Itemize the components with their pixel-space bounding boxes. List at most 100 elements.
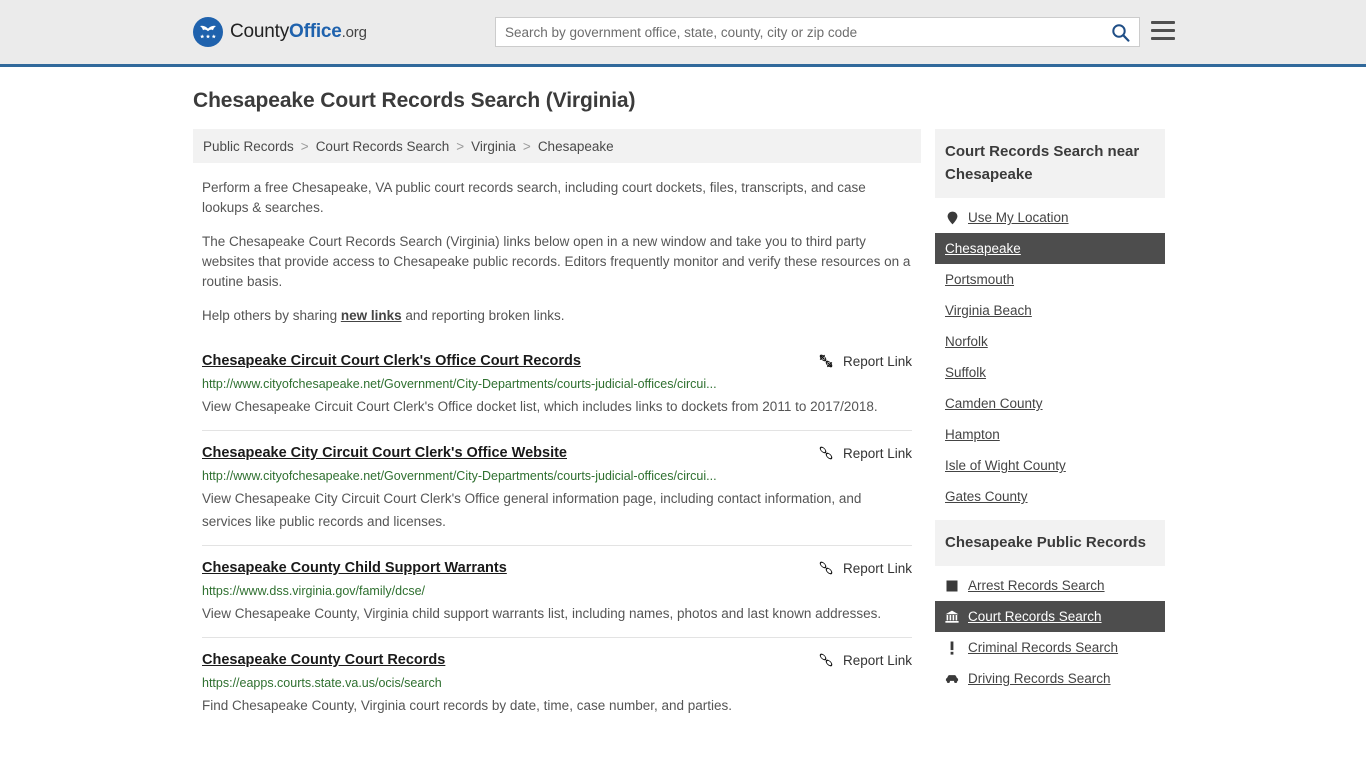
result-url: https://www.dss.virginia.gov/family/dcse…	[202, 584, 425, 598]
breadcrumb-item-virginia[interactable]: Virginia	[471, 139, 516, 154]
sidebar-item-label: Virginia Beach	[945, 303, 1032, 318]
square-icon	[945, 580, 959, 592]
sidebar-nearby-heading: Court Records Search near Chesapeake	[935, 129, 1165, 198]
content-columns: Public Records > Court Records Search > …	[193, 129, 1173, 729]
sidebar-nearby-list: Use My Location Chesapeake Portsmouth Vi…	[935, 202, 1165, 512]
result-url: http://www.cityofchesapeake.net/Governme…	[202, 377, 717, 391]
new-links-link[interactable]: new links	[341, 308, 402, 323]
report-link-label: Report Link	[842, 445, 912, 461]
search-bar	[495, 17, 1140, 47]
result-title-link[interactable]: Chesapeake County Child Support Warrants	[202, 559, 507, 577]
page-title: Chesapeake Court Records Search (Virgini…	[193, 89, 636, 112]
sidebar-item-virginia-beach[interactable]: Virginia Beach	[935, 295, 1165, 326]
courthouse-icon	[945, 610, 959, 623]
site-logo-text: CountyOffice.org	[230, 21, 367, 43]
sidebar-item-label: Gates County	[945, 489, 1028, 504]
intro-p3-before: Help others by sharing	[202, 308, 341, 323]
intro-text: Perform a free Chesapeake, VA public cou…	[193, 178, 921, 326]
intro-paragraph-2: The Chesapeake Court Records Search (Vir…	[202, 234, 911, 289]
search-icon	[1111, 23, 1129, 42]
page-container: Chesapeake Court Records Search (Virgini…	[0, 67, 1366, 729]
map-pin-icon	[945, 211, 959, 225]
sidebar: Court Records Search near Chesapeake Use…	[935, 129, 1165, 702]
result-header: Chesapeake City Circuit Court Clerk's Of…	[202, 444, 912, 462]
result-header: Chesapeake County Child Support Warrants…	[202, 559, 912, 577]
result-item: Chesapeake Circuit Court Clerk's Office …	[202, 342, 912, 430]
result-description: Find Chesapeake County, Virginia court r…	[202, 698, 733, 713]
sidebar-item-label: Use My Location	[968, 210, 1069, 225]
sidebar-public-records-box: Chesapeake Public Records Arrest Records…	[935, 520, 1165, 694]
report-link-button[interactable]: Report Link	[818, 444, 912, 461]
hamburger-bar	[1151, 21, 1175, 24]
sidebar-item-camden-county[interactable]: Camden County	[935, 388, 1165, 419]
breadcrumb: Public Records > Court Records Search > …	[193, 129, 921, 163]
breadcrumb-item-chesapeake[interactable]: Chesapeake	[538, 139, 614, 154]
car-icon	[945, 674, 959, 684]
broken-link-icon	[819, 653, 833, 667]
breadcrumb-item-court-records-search[interactable]: Court Records Search	[316, 139, 450, 154]
sidebar-item-label: Chesapeake	[945, 241, 1021, 256]
site-header: CountyOffice.org	[0, 0, 1366, 67]
sidebar-item-label: Suffolk	[945, 365, 987, 380]
report-link-button[interactable]: Report Link	[818, 559, 912, 576]
sidebar-item-court-records-search[interactable]: Court Records Search	[935, 601, 1165, 632]
sidebar-public-records-list: Arrest Records Search Court Records Sear…	[935, 570, 1165, 694]
hamburger-bar	[1151, 29, 1175, 32]
report-link-button[interactable]: Report Link	[818, 352, 912, 369]
report-link-label: Report Link	[842, 353, 912, 369]
breadcrumb-separator: >	[456, 138, 465, 154]
report-link-button[interactable]: Report Link	[818, 651, 912, 668]
result-item: Chesapeake City Circuit Court Clerk's Of…	[202, 430, 912, 545]
main-content: Public Records > Court Records Search > …	[193, 129, 921, 729]
sidebar-item-portsmouth[interactable]: Portsmouth	[935, 264, 1165, 295]
result-url: https://eapps.courts.state.va.us/ocis/se…	[202, 676, 442, 690]
sidebar-item-label: Portsmouth	[945, 272, 1015, 287]
breadcrumb-item-public-records[interactable]: Public Records	[203, 139, 294, 154]
sidebar-item-chesapeake[interactable]: Chesapeake	[935, 233, 1165, 264]
result-title-link[interactable]: Chesapeake City Circuit Court Clerk's Of…	[202, 444, 567, 462]
breadcrumb-separator: >	[522, 138, 531, 154]
sidebar-item-label: Arrest Records Search	[968, 578, 1105, 593]
result-description: View Chesapeake Circuit Court Clerk's Of…	[202, 399, 878, 414]
sidebar-item-criminal-records-search[interactable]: Criminal Records Search	[935, 632, 1165, 663]
intro-paragraph-1: Perform a free Chesapeake, VA public cou…	[202, 180, 866, 215]
site-logo[interactable]: CountyOffice.org	[193, 17, 367, 47]
brand-name-county: County	[230, 21, 290, 42]
report-link-label: Report Link	[842, 652, 912, 668]
sidebar-item-driving-records-search[interactable]: Driving Records Search	[935, 663, 1165, 694]
intro-paragraph-3: Help others by sharing new links and rep…	[193, 306, 921, 326]
result-item: Chesapeake County Court Records Report L…	[202, 637, 912, 729]
brand-name-tld: .org	[341, 24, 367, 41]
sidebar-item-label: Norfolk	[945, 334, 988, 349]
results-list: Chesapeake Circuit Court Clerk's Office …	[193, 342, 921, 729]
exclamation-icon	[945, 641, 959, 655]
result-item: Chesapeake County Child Support Warrants…	[202, 545, 912, 637]
sidebar-item-hampton[interactable]: Hampton	[935, 419, 1165, 450]
result-title-link[interactable]: Chesapeake County Court Records	[202, 651, 445, 669]
result-header: Chesapeake Circuit Court Clerk's Office …	[202, 352, 912, 370]
sidebar-item-use-my-location[interactable]: Use My Location	[935, 202, 1165, 233]
sidebar-item-arrest-records-search[interactable]: Arrest Records Search	[935, 570, 1165, 601]
sidebar-item-label: Isle of Wight County	[945, 458, 1066, 473]
result-description: View Chesapeake City Circuit Court Clerk…	[202, 491, 862, 529]
hamburger-menu-icon[interactable]	[1151, 21, 1175, 40]
sidebar-item-label: Criminal Records Search	[968, 640, 1119, 655]
sidebar-item-norfolk[interactable]: Norfolk	[935, 326, 1165, 357]
result-header: Chesapeake County Court Records Report L…	[202, 651, 912, 669]
breadcrumb-separator: >	[300, 138, 309, 154]
result-url: http://www.cityofchesapeake.net/Governme…	[202, 469, 717, 483]
sidebar-item-suffolk[interactable]: Suffolk	[935, 357, 1165, 388]
result-title-link[interactable]: Chesapeake Circuit Court Clerk's Office …	[202, 352, 581, 370]
brand-name-office: Office	[289, 21, 342, 42]
broken-link-icon	[819, 561, 833, 575]
sidebar-item-isle-of-wight-county[interactable]: Isle of Wight County	[935, 450, 1165, 481]
report-link-label: Report Link	[842, 560, 912, 576]
sidebar-item-label: Camden County	[945, 396, 1043, 411]
sidebar-public-records-heading: Chesapeake Public Records	[935, 520, 1165, 566]
search-button[interactable]	[1101, 18, 1139, 46]
search-input[interactable]	[496, 18, 1101, 46]
hamburger-bar	[1151, 37, 1175, 40]
broken-link-icon	[819, 354, 833, 368]
sidebar-nearby-box: Court Records Search near Chesapeake Use…	[935, 129, 1165, 512]
sidebar-item-gates-county[interactable]: Gates County	[935, 481, 1165, 512]
